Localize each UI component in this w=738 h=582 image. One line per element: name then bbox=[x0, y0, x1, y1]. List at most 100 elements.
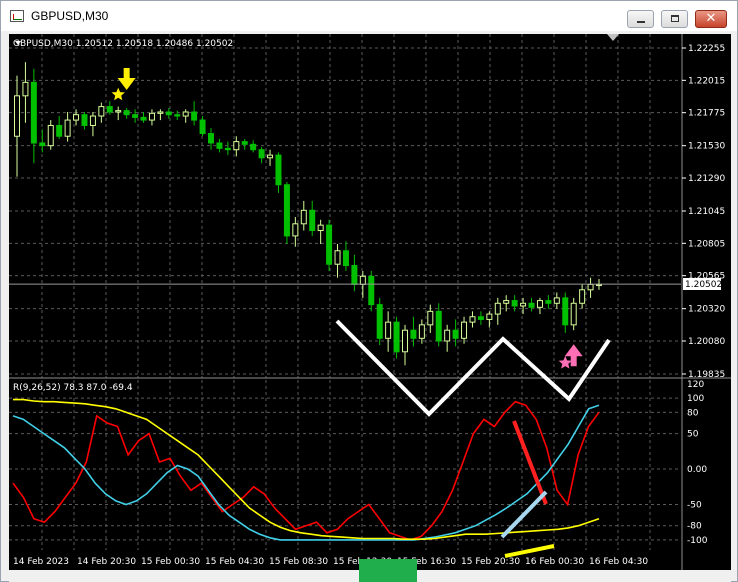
drawings-layer bbox=[335, 319, 611, 558]
price-tick-label: 1.19835 bbox=[688, 370, 725, 380]
candle-body bbox=[562, 297, 569, 326]
indicator-layer bbox=[12, 398, 600, 541]
candle-body bbox=[199, 119, 206, 135]
candle-body bbox=[570, 302, 577, 326]
candle-body bbox=[132, 114, 139, 118]
time-label: 16 Feb 04:30 bbox=[589, 557, 648, 567]
candle-body bbox=[157, 111, 164, 114]
candle-body bbox=[427, 310, 434, 326]
close-button[interactable]: ✕ bbox=[695, 10, 727, 28]
candle-body bbox=[418, 324, 425, 339]
candle-body bbox=[14, 95, 20, 137]
candle-body bbox=[469, 316, 476, 323]
candle-body bbox=[376, 304, 383, 339]
candle-body bbox=[81, 114, 88, 126]
star-icon bbox=[111, 87, 125, 101]
indicator-line-mid bbox=[12, 404, 600, 541]
candle-body bbox=[165, 111, 172, 116]
indicator-tick-label: -50 bbox=[687, 500, 702, 510]
candle-body bbox=[267, 154, 274, 159]
indicator-tick-label: 80 bbox=[687, 408, 699, 418]
candle-body bbox=[64, 119, 71, 137]
current-price-label: 1.20502 bbox=[685, 280, 722, 290]
indicator-tick-label: -100 bbox=[687, 536, 708, 546]
indicator-tick-label: -80 bbox=[687, 522, 702, 532]
candle-body bbox=[182, 111, 189, 117]
candle-body bbox=[452, 329, 459, 339]
candle-body bbox=[30, 81, 37, 144]
indicator-tick-label: 120 bbox=[687, 380, 704, 390]
candle-body bbox=[553, 297, 560, 304]
chart-shift-triangle-icon[interactable] bbox=[607, 34, 619, 41]
price-tick-label: 1.21290 bbox=[688, 174, 725, 184]
candle-body bbox=[115, 110, 122, 113]
chart-svg[interactable]: 1.22255 1.22015 1.21775 1.21530 1.21290 1.210… bbox=[9, 34, 731, 570]
candle-body bbox=[385, 321, 392, 339]
chart-area[interactable]: 1.22255 1.22015 1.21775 1.21530 1.21290 1.210… bbox=[9, 34, 731, 570]
price-tick-label: 1.21045 bbox=[688, 207, 725, 217]
window-title: GBPUSD,M30 bbox=[31, 9, 109, 23]
candle-body bbox=[39, 142, 46, 147]
candle-body bbox=[486, 313, 493, 320]
candle-body bbox=[536, 300, 543, 308]
price-tick-label: 1.22015 bbox=[688, 76, 725, 86]
candle-body bbox=[477, 316, 484, 320]
candle-body bbox=[56, 124, 63, 137]
indicator-tick-label: 100 bbox=[687, 394, 704, 404]
time-label: 15 Feb 00:30 bbox=[141, 557, 200, 567]
candle-body bbox=[393, 321, 400, 353]
time-label: 14 Feb 2023 bbox=[13, 557, 69, 567]
candle-body bbox=[368, 275, 375, 306]
candle-body bbox=[98, 106, 105, 117]
price-tick-label: 1.21775 bbox=[688, 109, 725, 119]
time-label: 14 Feb 20:30 bbox=[77, 557, 136, 567]
candle-body bbox=[435, 310, 442, 342]
indicator-line-fast bbox=[12, 400, 600, 541]
green-highlight-block bbox=[359, 559, 417, 582]
title-bar[interactable]: GBPUSD,M30 ✕ bbox=[1, 1, 737, 31]
price-tick-label: 1.20805 bbox=[688, 239, 725, 249]
time-label: 15 Feb 20:30 bbox=[461, 557, 520, 567]
candle-body bbox=[309, 209, 316, 232]
candle-body bbox=[123, 110, 130, 116]
time-label: 16 Feb 00:30 bbox=[525, 557, 584, 567]
candle-body bbox=[359, 275, 366, 285]
candle-body bbox=[520, 302, 527, 307]
candle-body bbox=[174, 114, 181, 117]
candle-body bbox=[258, 149, 265, 159]
candle-body bbox=[300, 209, 307, 225]
candle-body bbox=[444, 329, 451, 342]
star-icon bbox=[558, 355, 572, 369]
indicator-header: R(9,26,52) 78.3 87.0 -69.4 bbox=[13, 383, 133, 393]
candle-body bbox=[250, 143, 257, 151]
candle-body bbox=[317, 224, 324, 232]
candle-body bbox=[292, 223, 299, 237]
time-label: 15 Feb 04:30 bbox=[205, 557, 264, 567]
indicator-tick-label: 0.00 bbox=[687, 465, 707, 475]
down-arrow-icon bbox=[117, 67, 136, 90]
maximize-button[interactable] bbox=[661, 10, 688, 28]
candle-body bbox=[334, 250, 341, 265]
candle-body bbox=[402, 329, 408, 353]
price-tick-label: 1.22255 bbox=[688, 44, 725, 54]
time-label: 15 Feb 08:30 bbox=[269, 557, 328, 567]
price-tick-label: 1.20320 bbox=[688, 305, 725, 315]
candle-body bbox=[461, 321, 468, 339]
candle-body bbox=[208, 133, 214, 144]
candle-body bbox=[106, 106, 113, 113]
candles-layer bbox=[9, 62, 681, 366]
candle-body bbox=[191, 111, 198, 121]
price-tick-label: 1.21530 bbox=[688, 142, 725, 152]
close-icon: ✕ bbox=[705, 11, 717, 26]
yellow-trend-line[interactable] bbox=[504, 544, 555, 558]
candle-body bbox=[275, 154, 282, 186]
chart-header: GBPUSD,M30 1.20512 1.20518 1.20486 1.205… bbox=[13, 39, 233, 49]
candle-body bbox=[283, 184, 290, 237]
candle-body bbox=[587, 283, 594, 291]
indicator-tick-label: 50 bbox=[687, 430, 699, 440]
candle-body bbox=[410, 329, 417, 339]
candle-body bbox=[494, 302, 501, 315]
minimize-button[interactable] bbox=[627, 10, 654, 28]
candle-body bbox=[140, 116, 147, 121]
candle-body bbox=[342, 250, 349, 267]
